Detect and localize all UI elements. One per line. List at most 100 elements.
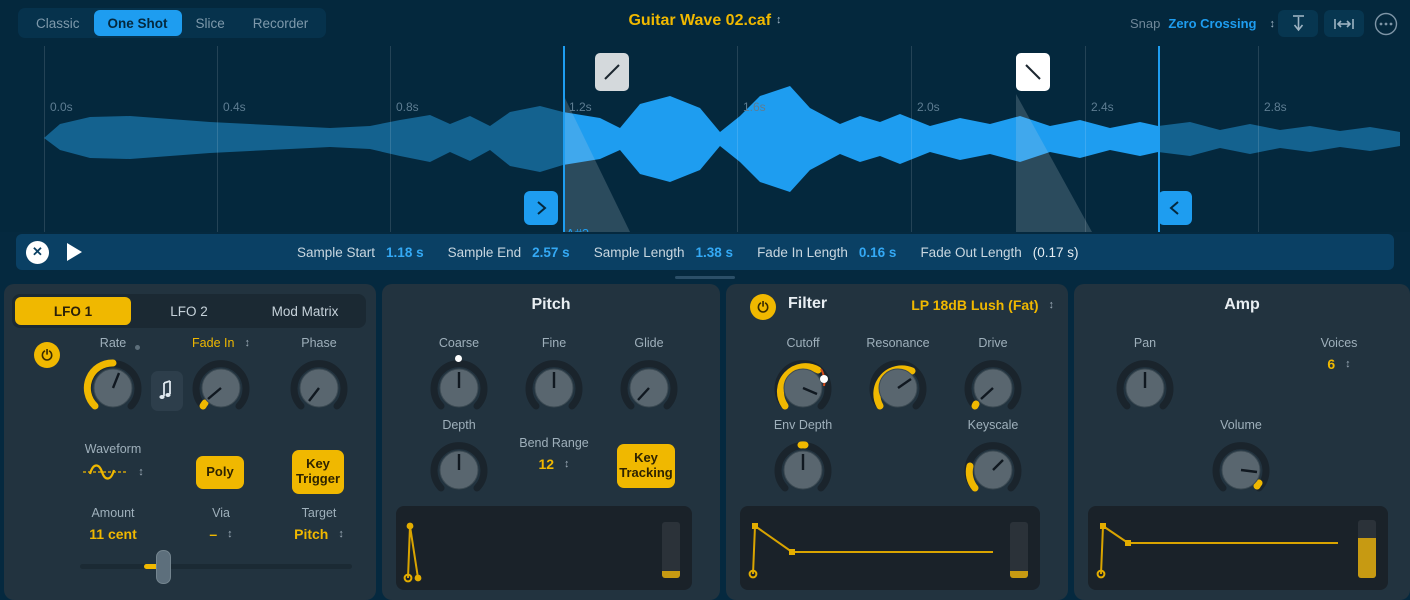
pitch-glide-knob[interactable] — [617, 356, 681, 420]
key-tracking-button[interactable]: Key Tracking — [617, 444, 675, 488]
lfo-power-button[interactable]: ⏻ — [34, 342, 60, 368]
lfo-rate-label: Rate — [66, 336, 160, 350]
lfo-target-text: Pitch — [294, 526, 328, 542]
lfo-phase-knob[interactable] — [287, 356, 351, 420]
filter-type-text: LP 18dB Lush (Fat) — [911, 297, 1038, 313]
amp-voices-label: Voices — [1292, 336, 1386, 350]
field-label: Fade In Length — [757, 245, 848, 260]
selection-start-line[interactable] — [563, 46, 565, 232]
key-trigger-button[interactable]: Key Trigger — [292, 450, 344, 494]
pitch-envelope-level-fill — [662, 571, 680, 578]
pitch-depth-knob[interactable] — [427, 438, 491, 502]
lfo-rate-knob[interactable] — [81, 356, 145, 420]
filter-envelope-level-bar[interactable] — [1010, 522, 1028, 578]
sample-end-marker[interactable] — [1158, 191, 1192, 225]
tab-lfo-1[interactable]: LFO 1 — [15, 297, 131, 325]
sample-start-marker[interactable] — [524, 191, 558, 225]
lfo-panel: LFO 1 LFO 2 Mod Matrix ⏻ Rate — [4, 284, 376, 600]
field-label: Sample Length — [594, 245, 685, 260]
bend-range-text: 12 — [538, 456, 554, 472]
filter-title: Filter — [788, 295, 827, 313]
field-value[interactable]: 1.18 s — [386, 245, 424, 260]
ruler-label: 0.4s — [223, 100, 246, 114]
chevron-updown-icon[interactable]: ↕ — [564, 458, 570, 470]
filter-env-depth-knob[interactable] — [771, 438, 835, 502]
play-icon[interactable] — [67, 243, 82, 261]
lfo-amount-label: Amount — [66, 506, 160, 520]
ellipsis-circle-icon[interactable] — [1370, 10, 1402, 37]
amp-volume-knob[interactable] — [1209, 438, 1273, 502]
ruler-label: 2.8s — [1264, 100, 1287, 114]
pitch-bend-range-value[interactable]: 12 ↕ — [507, 456, 601, 472]
amp-envelope-level-bar[interactable] — [1358, 520, 1376, 578]
chevron-updown-icon[interactable]: ↕ — [138, 466, 144, 478]
ruler-label: 1.6s — [743, 100, 766, 114]
snap-value[interactable]: Zero Crossing — [1168, 16, 1256, 31]
filter-resonance-knob[interactable] — [866, 356, 930, 420]
filter-keyscale-control: Keyscale — [946, 418, 1040, 507]
pitch-envelope-level-bar[interactable] — [662, 522, 680, 578]
pitch-coarse-mod-dot[interactable] — [455, 355, 462, 362]
lfo-waveform-selector[interactable]: ↕ — [82, 462, 144, 482]
close-circle-icon[interactable]: ✕ — [26, 241, 49, 264]
field-value[interactable]: 0.16 s — [859, 245, 897, 260]
filter-keyscale-knob[interactable] — [961, 438, 1025, 502]
filter-drive-label: Drive — [946, 336, 1040, 350]
pitch-depth-label: Depth — [412, 418, 506, 432]
chevron-updown-icon[interactable]: ↕ — [1345, 358, 1351, 370]
chevron-updown-icon[interactable]: ↕ — [1049, 299, 1055, 311]
chevron-updown-icon[interactable]: ↕ — [244, 337, 250, 349]
key-tracking-line1: Key — [634, 451, 658, 466]
lfo-phase-control: Phase — [272, 336, 366, 425]
vertical-arrow-bar-icon[interactable] — [1278, 10, 1318, 37]
chevron-updown-icon[interactable]: ↕ — [227, 528, 233, 540]
ruler-tick — [44, 46, 45, 232]
amp-volume-label: Volume — [1194, 418, 1288, 432]
filter-drive-knob[interactable] — [961, 356, 1025, 420]
lfo-target-value[interactable]: Pitch ↕ — [272, 526, 366, 542]
waveform-display[interactable]: 0.0s 0.4s 0.8s 1.2s 1.6s 2.0s 2.4s 2.8s — [0, 46, 1410, 232]
amp-panel: Amp Pan Voices 6↕ Volume — [1074, 284, 1410, 600]
lfo-amount-value[interactable]: 11 cent — [66, 526, 160, 542]
panel-resize-grabber[interactable] — [675, 276, 735, 279]
pitch-bend-range-control: Bend Range 12↕ — [507, 436, 601, 472]
field-value[interactable]: 2.57 s — [532, 245, 570, 260]
filter-type-selector[interactable]: LP 18dB Lush (Fat) ↕ — [911, 297, 1054, 313]
amp-volume-control: Volume — [1194, 418, 1288, 507]
fade-out-handle[interactable] — [1016, 53, 1050, 91]
amp-voices-value[interactable]: 6↕ — [1292, 356, 1386, 372]
ruler-label: 1.2s — [569, 100, 592, 114]
chevron-updown-icon[interactable]: ↕ — [338, 528, 344, 540]
filter-cutoff-knob[interactable] — [771, 356, 835, 420]
fit-horizontal-icon[interactable] — [1324, 10, 1364, 37]
lfo-fade-in-knob[interactable] — [189, 356, 253, 420]
pitch-envelope-display[interactable] — [396, 506, 692, 590]
lfo-waveform-label: Waveform — [66, 442, 160, 456]
lfo-via-label: Via — [174, 506, 268, 520]
lfo-fade-in-control: Fade In↕ — [174, 336, 268, 425]
tab-lfo-2[interactable]: LFO 2 — [131, 297, 247, 325]
filter-envelope-display[interactable] — [740, 506, 1040, 590]
pitch-fine-label: Fine — [507, 336, 601, 350]
pitch-coarse-control: Coarse — [412, 336, 506, 425]
amp-envelope-display[interactable] — [1088, 506, 1388, 590]
pitch-coarse-knob[interactable] — [427, 356, 491, 420]
chevron-updown-icon[interactable]: ↕ — [776, 14, 782, 26]
field-value[interactable]: (0.17 s) — [1033, 245, 1079, 260]
lfo-amount-slider-track[interactable] — [80, 564, 352, 569]
filter-power-button[interactable]: ⏻ — [750, 294, 776, 320]
lfo-amount-slider-thumb[interactable] — [156, 550, 171, 584]
lfo-rate-mod-dot[interactable] — [135, 345, 140, 350]
tab-mod-matrix[interactable]: Mod Matrix — [247, 297, 363, 325]
key-trigger-line1: Key — [306, 457, 330, 472]
key-tracking-line2: Tracking — [619, 466, 672, 481]
poly-button[interactable]: Poly — [196, 456, 244, 489]
fade-in-handle[interactable] — [595, 53, 629, 91]
lfo-via-value[interactable]: –↕ — [174, 526, 268, 542]
pitch-fine-knob[interactable] — [522, 356, 586, 420]
waveform-graphic — [0, 46, 1410, 232]
field-value[interactable]: 1.38 s — [696, 245, 734, 260]
chevron-updown-icon[interactable]: ↕ — [1270, 18, 1276, 30]
snap-control[interactable]: Snap Zero Crossing ↕ — [1130, 16, 1275, 31]
amp-pan-knob[interactable] — [1113, 356, 1177, 420]
